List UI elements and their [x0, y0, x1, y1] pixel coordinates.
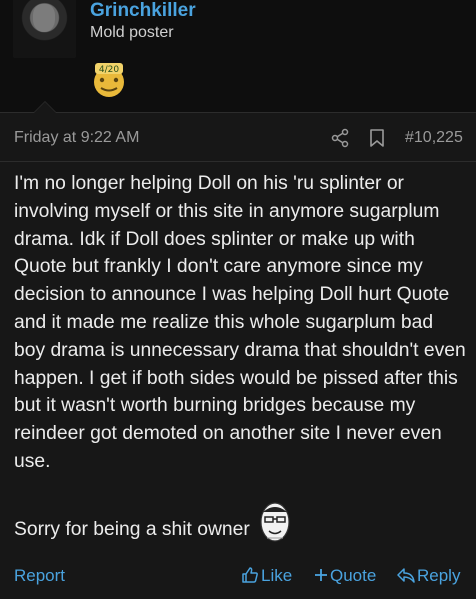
post-date[interactable]: Friday at 9:22 AM [14, 129, 139, 147]
reply-arrow-icon [397, 568, 415, 583]
reply-label: Reply [417, 566, 461, 585]
reply-button[interactable]: Reply [397, 566, 460, 586]
post-number[interactable]: #10,225 [405, 129, 463, 147]
like-label: Like [261, 566, 293, 585]
post-action-bar: Report Like Quote Reply [0, 556, 476, 599]
like-button[interactable]: Like [241, 566, 292, 586]
post-meta-bar: Friday at 9:22 AM #10,225 [0, 113, 476, 161]
post-signoff: Sorry for being a shit owner [14, 519, 250, 540]
thumbs-up-icon [242, 567, 258, 583]
avatar[interactable] [13, 0, 76, 58]
weed-badge-icon: 4/20 [94, 63, 124, 97]
username[interactable]: Grinchkiller [90, 0, 196, 22]
plus-icon [315, 569, 327, 581]
badge-label: 4/20 [99, 65, 119, 75]
meta-divider [0, 161, 476, 162]
rage-face-icon [260, 502, 290, 542]
quote-button[interactable]: Quote [314, 566, 376, 586]
user-header: Grinchkiller Mold poster 4/20 [0, 0, 476, 112]
share-icon[interactable] [330, 128, 350, 148]
report-link[interactable]: Report [14, 566, 65, 586]
bookmark-icon[interactable] [368, 128, 386, 148]
post-body: I'm no longer helping Doll on his 'ru sp… [14, 173, 466, 472]
quote-label: Quote [330, 566, 377, 585]
message-pointer [33, 101, 57, 113]
user-title: Mold poster [90, 24, 174, 41]
